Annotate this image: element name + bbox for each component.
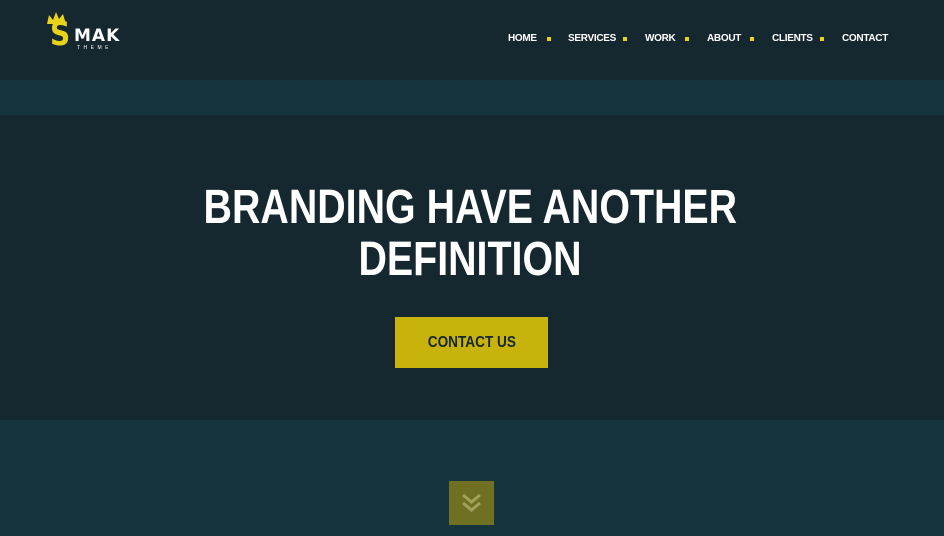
nav-separator-dot (750, 37, 754, 41)
nav-separator-dot (547, 37, 551, 41)
next-section (0, 420, 944, 536)
nav-clients[interactable]: CLIENTS (772, 32, 813, 46)
nav-separator-dot (685, 37, 689, 41)
nav-services[interactable]: SERVICES (568, 32, 616, 46)
nav-separator-dot (820, 37, 824, 41)
hero-headline: BRANDING HAVE ANOTHER DEFINITION (140, 182, 800, 286)
logo-letter: S (50, 14, 71, 53)
hero-headline-line1: BRANDING HAVE ANOTHER (203, 181, 737, 234)
nav-home[interactable]: HOME (508, 32, 537, 46)
logo[interactable]: S MAK THEME (44, 11, 124, 57)
hero-headline-line2: DEFINITION (358, 233, 582, 286)
logo-subtitle: THEME (77, 45, 112, 51)
scroll-down-button[interactable] (449, 481, 494, 525)
header-band (0, 80, 944, 115)
site-header: S MAK THEME HOME SERVICES WORK ABOUT CLI… (0, 0, 944, 80)
double-chevron-down-icon (462, 493, 481, 512)
nav-separator-dot (623, 37, 627, 41)
logo-wordmark: MAK (74, 26, 121, 46)
nav-about[interactable]: ABOUT (707, 32, 741, 46)
hero-section: BRANDING HAVE ANOTHER DEFINITION CONTACT… (0, 115, 944, 420)
contact-us-button[interactable]: CONTACT US (395, 317, 548, 368)
contact-us-button-label: CONTACT US (427, 334, 516, 351)
nav-contact[interactable]: CONTACT (842, 32, 888, 46)
nav-work[interactable]: WORK (645, 32, 676, 46)
